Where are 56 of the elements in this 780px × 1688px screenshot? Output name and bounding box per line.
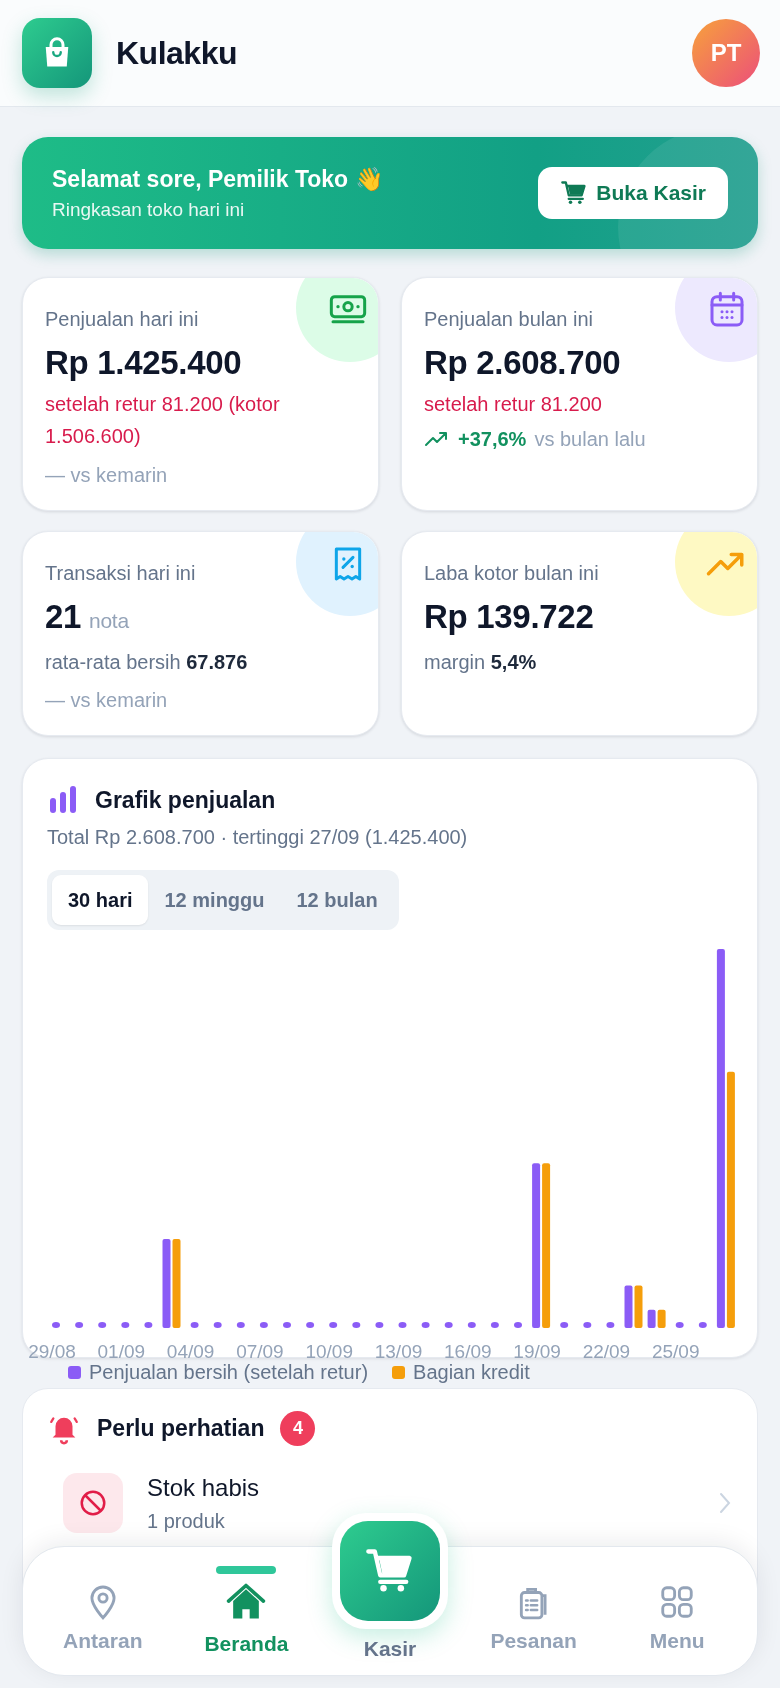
nav-tab[interactable]: Pesanan <box>463 1564 604 1658</box>
axis-label: 10/09 <box>305 1340 353 1362</box>
open-cashier-button[interactable]: Buka Kasir <box>538 167 728 219</box>
axis-label: 22/09 <box>582 1340 631 1362</box>
chart-bar <box>647 1309 656 1328</box>
stat-unit: nota <box>89 607 129 634</box>
trend-up-icon <box>424 429 450 448</box>
nav-tab[interactable]: Beranda <box>176 1561 317 1661</box>
axis-label: 07/09 <box>236 1340 284 1362</box>
return-note: setelah retur 81.200 (kotor 1.506.600) <box>45 391 281 449</box>
axis-label: 01/09 <box>97 1340 146 1362</box>
stat-value: 21 <box>45 596 82 637</box>
chart-bar <box>634 1285 643 1328</box>
axis-label: 19/09 <box>513 1340 561 1362</box>
cart-icon <box>560 179 589 207</box>
range-tab[interactable]: 12 minggu <box>148 874 281 925</box>
stat-title: Transaksi hari ini <box>45 560 197 586</box>
stat-title: Penjualan bulan ini <box>424 307 595 332</box>
stat-title: Penjualan hari ini <box>45 307 200 332</box>
active-indicator <box>216 1565 277 1574</box>
comparison-text: — vs kemarin <box>45 688 169 713</box>
detail-text: margin 5,4% <box>424 650 538 675</box>
app-title: Kulakku <box>116 34 237 73</box>
comparison-text: — vs kemarin <box>45 462 169 488</box>
nav-tab[interactable]: Menu <box>607 1564 748 1658</box>
count-badge: 4 <box>280 1411 316 1446</box>
nav-tab[interactable]: Antaran <box>32 1564 173 1658</box>
alert-detail: 1 produk <box>147 1509 226 1534</box>
greeting-text: Selamat sore, Pemilik Toko 👋 <box>52 164 384 194</box>
stat-title: Laba kotor bulan ini <box>424 560 600 586</box>
trend-label: vs bulan lalu <box>534 426 646 452</box>
axis-label: 16/09 <box>444 1340 492 1362</box>
chart-subtitle: Total Rp 2.608.700 · tertinggi 27/09 (1.425.400) <box>47 824 469 850</box>
chevron-right-icon <box>717 1490 733 1516</box>
axis-label: 13/09 <box>374 1340 423 1362</box>
legend-label: Penjualan bersih (setelah retur) <box>89 1360 369 1385</box>
stat-value: Rp 2.608.700 <box>424 343 621 383</box>
stat-value: Rp 1.425.400 <box>45 343 242 383</box>
section-title: Perlu perhatian <box>97 1414 265 1444</box>
trend-change: +37,6% <box>458 426 527 452</box>
banner-subtitle: Ringkasan toko hari ini <box>52 198 246 222</box>
range-tab[interactable]: 30 hari <box>52 874 149 925</box>
profile-avatar[interactable]: PT <box>692 19 760 87</box>
chart-bar <box>657 1309 666 1328</box>
chart-title: Grafik penjualan <box>95 786 276 815</box>
axis-label: 29/08 <box>28 1340 76 1362</box>
return-note: setelah retur 81.200 <box>424 391 603 417</box>
axis-label: 25/09 <box>651 1340 700 1362</box>
detail-text: rata-rata bersih 67.876 <box>45 650 249 675</box>
no-entry-icon <box>78 1488 108 1518</box>
chart-bar <box>624 1285 633 1328</box>
range-tab[interactable]: 12 bulan <box>280 874 394 925</box>
alert-title: Stok habis <box>147 1473 261 1503</box>
axis-label: 04/09 <box>166 1340 215 1362</box>
legend-label: Bagian kredit <box>413 1360 530 1385</box>
stat-value: Rp 139.722 <box>424 596 594 637</box>
